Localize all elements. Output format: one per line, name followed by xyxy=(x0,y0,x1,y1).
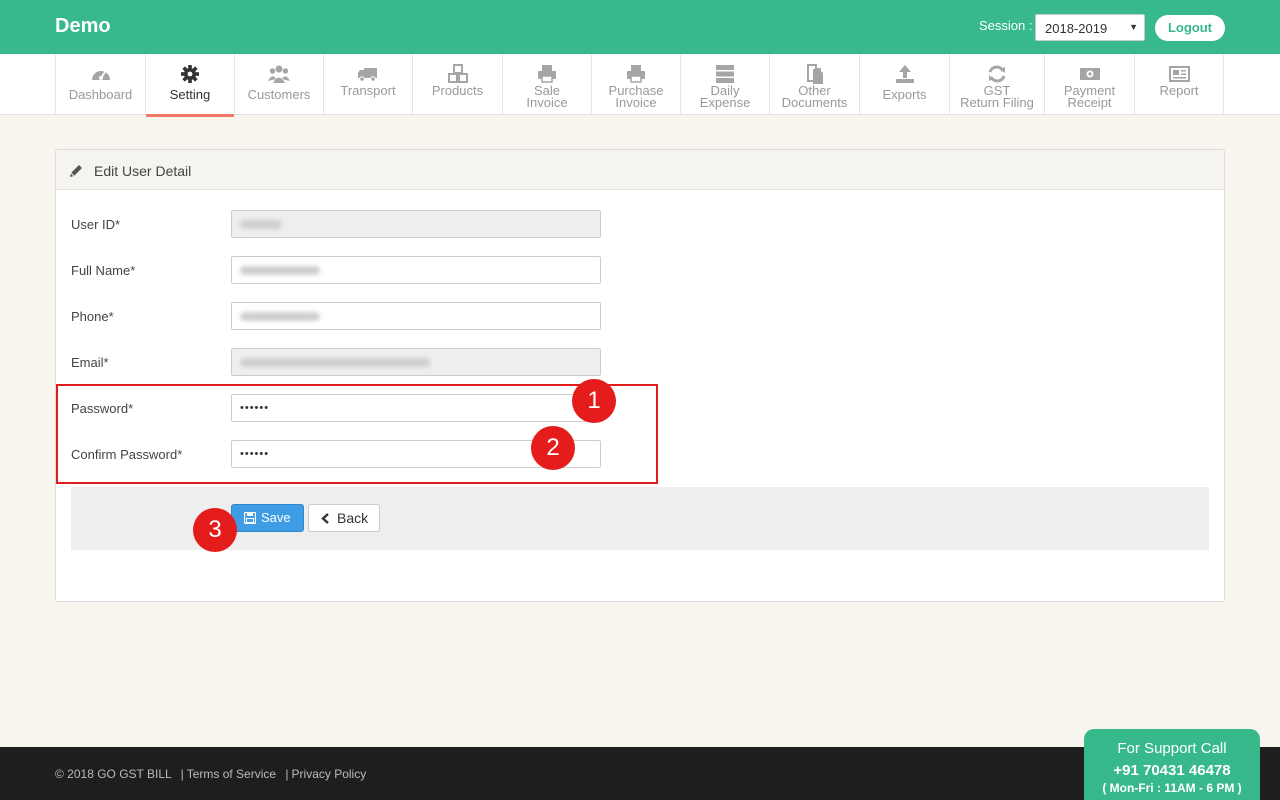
pencil-icon xyxy=(70,165,82,177)
step-marker-3: 3 xyxy=(193,508,237,552)
nav-item-daily-expense[interactable]: Daily Expense xyxy=(680,54,769,115)
caret-down-icon: ▼ xyxy=(1129,22,1138,32)
cubes-icon xyxy=(447,64,468,83)
support-hours: ( Mon-Fri : 11AM - 6 PM ) xyxy=(1102,781,1242,795)
panel-title: Edit User Detail xyxy=(94,163,192,179)
main-nav: Dashboard Setting Customers Transport Pr… xyxy=(0,54,1280,117)
top-header: Demo Session : 2018-2019 ▼ Logout xyxy=(0,0,1280,54)
back-label: Back xyxy=(337,510,369,526)
footer-separator: | xyxy=(285,767,289,781)
dashboard-gauge-icon xyxy=(91,71,110,80)
session-value: 2018-2019 xyxy=(1045,21,1108,36)
gear-icon xyxy=(181,65,199,83)
save-label: Save xyxy=(261,510,291,525)
nav-label: Products xyxy=(431,83,484,98)
server-icon xyxy=(716,65,734,83)
logout-button[interactable]: Logout xyxy=(1155,15,1225,41)
chevron-left-icon xyxy=(321,513,329,524)
blurred-value xyxy=(240,266,320,275)
nav-label: Transport xyxy=(340,83,396,98)
session-select[interactable]: 2018-2019 ▼ xyxy=(1035,14,1145,41)
nav-label: Setting xyxy=(169,87,211,102)
truck-icon xyxy=(358,68,377,82)
upload-icon xyxy=(895,65,914,83)
nav-label: Report xyxy=(1159,83,1199,98)
printer-icon xyxy=(627,65,645,83)
documents-icon xyxy=(806,64,823,84)
refresh-icon xyxy=(988,65,1006,83)
nav-item-report[interactable]: Report xyxy=(1134,54,1224,115)
newspaper-icon xyxy=(1169,66,1190,82)
support-phone: +91 70431 46478 xyxy=(1113,762,1231,779)
blurred-value xyxy=(240,358,430,367)
active-underline xyxy=(146,114,234,117)
nav-item-payment-receipt[interactable]: Payment Receipt xyxy=(1044,54,1134,115)
terms-link[interactable]: Terms of Service xyxy=(187,767,276,781)
session-label: Session : xyxy=(979,18,1033,33)
full-name-label: Full Name* xyxy=(71,263,136,278)
nav-label-line2: Invoice xyxy=(526,95,568,110)
printer-icon xyxy=(538,65,556,83)
floppy-disk-icon xyxy=(244,512,256,524)
nav-label: Dashboard xyxy=(68,87,133,102)
nav-item-dashboard[interactable]: Dashboard xyxy=(55,54,145,115)
step-marker-2: 2 xyxy=(531,426,575,470)
nav-item-gst-return-filing[interactable]: GST Return Filing xyxy=(949,54,1044,115)
support-title: For Support Call xyxy=(1117,740,1227,757)
phone-label: Phone* xyxy=(71,309,114,324)
privacy-link[interactable]: Privacy Policy xyxy=(292,767,367,781)
nav-item-exports[interactable]: Exports xyxy=(859,54,949,115)
money-icon xyxy=(1079,68,1100,80)
users-icon xyxy=(268,65,290,83)
nav-label-line2: Documents xyxy=(781,95,848,110)
nav-item-products[interactable]: Products xyxy=(412,54,502,115)
nav-label: Customers xyxy=(247,87,311,102)
email-label: Email* xyxy=(71,355,109,370)
copyright-text: © 2018 GO GST BILL xyxy=(55,767,172,781)
panel-header: Edit User Detail xyxy=(56,150,1224,190)
support-widget[interactable]: For Support Call +91 70431 46478 ( Mon-F… xyxy=(1084,729,1260,800)
email-field xyxy=(231,348,601,376)
nav-label: Exports xyxy=(882,87,927,102)
step-marker-1: 1 xyxy=(572,379,616,423)
nav-label-line2: Receipt xyxy=(1067,95,1112,110)
brand-title[interactable]: Demo xyxy=(55,15,111,38)
nav-item-purchase-invoice[interactable]: Purchase Invoice xyxy=(591,54,680,115)
full-name-field[interactable] xyxy=(231,256,601,284)
nav-item-transport[interactable]: Transport xyxy=(323,54,412,115)
nav-item-sale-invoice[interactable]: Sale Invoice xyxy=(502,54,591,115)
footer-separator: | xyxy=(180,767,184,781)
blurred-value xyxy=(240,312,320,321)
user-id-field xyxy=(231,210,601,238)
footer-links: © 2018 GO GST BILL | Terms of Service | Pr… xyxy=(55,767,366,781)
nav-item-setting[interactable]: Setting xyxy=(145,54,234,117)
nav-label-line2: Expense xyxy=(699,95,751,110)
user-id-label: User ID* xyxy=(71,217,121,232)
back-button[interactable]: Back xyxy=(308,504,380,532)
save-button[interactable]: Save xyxy=(231,504,304,532)
phone-field[interactable] xyxy=(231,302,601,330)
nav-label-line2: Return Filing xyxy=(960,95,1034,110)
nav-item-other-documents[interactable]: Other Documents xyxy=(769,54,859,115)
blurred-value xyxy=(240,220,282,229)
nav-label-line2: Invoice xyxy=(615,95,657,110)
nav-item-customers[interactable]: Customers xyxy=(234,54,323,115)
